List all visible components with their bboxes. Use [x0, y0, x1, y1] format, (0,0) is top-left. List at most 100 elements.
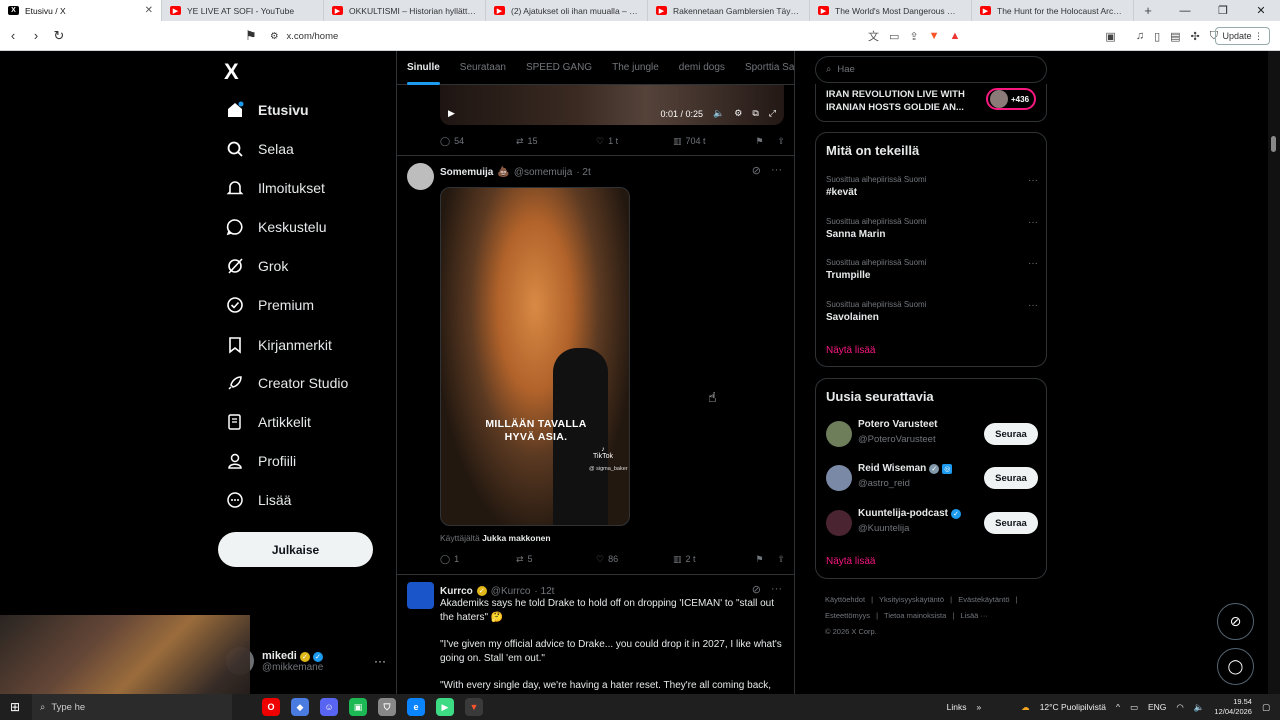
repost-button[interactable]: ⇄ 5 [516, 554, 596, 565]
share-icon[interactable]: ⇪ [777, 554, 785, 565]
tab-for-you[interactable]: Sinulle [397, 51, 450, 85]
edge-icon[interactable]: e [407, 698, 425, 716]
more-icon[interactable]: ··· [1028, 300, 1038, 311]
share-icon[interactable]: ⇪ [777, 136, 785, 147]
trend-item[interactable]: Suosittua aihepiirissä Suomi Trumpille ·… [826, 258, 1038, 288]
chevron-icon[interactable]: » [976, 702, 981, 712]
restore-icon[interactable]: ❐ [1204, 0, 1242, 21]
browser-tab[interactable]: ▶ OKKULTISMI – Historian hyllätty totu..… [324, 0, 486, 21]
links-toolbar[interactable]: Links [947, 702, 967, 712]
fullscreen-icon[interactable]: ⤢ [769, 108, 776, 119]
sidebar-toggle-icon[interactable]: ▯ [1154, 30, 1160, 43]
video-player[interactable]: ▶ 0:01 / 0:25 🔈 ⚙ ⧉ ⤢ [440, 85, 784, 125]
volume-icon[interactable]: 🔈 [713, 108, 724, 119]
like-button[interactable]: ♡ 86 [596, 554, 673, 565]
show-more-link[interactable]: Näytä lisää [826, 345, 875, 356]
bookmark-icon[interactable]: ⚑ [755, 136, 763, 147]
weather-text[interactable]: 12°C Puolipilvistä [1040, 702, 1106, 712]
sidebar-item-grok[interactable]: Grok [226, 251, 288, 281]
more-icon[interactable]: ··· [374, 654, 386, 668]
sidebar-item-creator-studio[interactable]: Creator Studio [226, 368, 348, 398]
sidebar-item-profile[interactable]: Profiili [226, 446, 296, 476]
post-time[interactable]: · 2t [576, 167, 590, 178]
trend-item[interactable]: Suosittua aihepiirissä Suomi #kevät ··· [826, 175, 1038, 205]
footer-link[interactable]: Yksityisyyskäytäntö [879, 595, 944, 604]
sidebar-item-notifications[interactable]: Ilmoitukset [226, 173, 325, 203]
account-switcher[interactable]: mikedi ✓ ✓ @mikkemane ··· [226, 639, 386, 683]
repost-button[interactable]: ⇄ 15 [516, 136, 596, 147]
more-icon[interactable]: ··· [1028, 258, 1038, 269]
show-more-link[interactable]: Näytä lisää [826, 556, 875, 567]
update-button[interactable]: Update ⋮ [1215, 27, 1270, 45]
browser-tab[interactable]: X Etusivu / X ✕ [0, 0, 162, 21]
browser-tab[interactable]: ▶ YE LIVE AT SOFI - YouTube [162, 0, 324, 21]
footer-link[interactable]: Tietoa mainoksista [884, 611, 946, 620]
site-info-icon[interactable]: ⚙ [270, 31, 279, 42]
trend-item[interactable]: Suosittua aihepiirissä Suomi Sanna Marin… [826, 217, 1038, 247]
tab-list-the-jungle[interactable]: The jungle [602, 51, 669, 85]
author-handle[interactable]: @somemuija [514, 167, 573, 178]
play-icon[interactable]: ▶ [436, 698, 454, 716]
post-time[interactable]: · 12t [534, 586, 554, 597]
language-indicator[interactable]: ENG [1148, 702, 1166, 712]
opera-icon[interactable]: O [262, 698, 280, 716]
grok-fab-button[interactable]: ⊘ [1217, 603, 1254, 640]
tray-expand-icon[interactable]: ^ [1116, 702, 1120, 712]
close-window-icon[interactable]: ✕ [1242, 0, 1280, 21]
app-icon[interactable]: ▣ [349, 698, 367, 716]
grok-icon[interactable]: ⊘ [752, 164, 761, 177]
scrollbar-thumb[interactable] [1271, 136, 1276, 152]
translate-icon[interactable]: 文 [868, 28, 879, 44]
trend-item[interactable]: Suosittua aihepiirissä Suomi Savolainen … [826, 300, 1038, 330]
extensions-icon[interactable]: ✣ [1191, 30, 1200, 43]
brave-shield-icon[interactable]: ▼ [929, 30, 940, 42]
footer-link[interactable]: Lisää ··· [960, 611, 988, 620]
play-icon[interactable]: ▶ [448, 108, 455, 119]
tab-list-sporttia[interactable]: Sporttia Sa [735, 51, 794, 85]
speaker-icon[interactable]: 🔈 [1194, 702, 1205, 713]
x-logo-icon[interactable]: X [224, 59, 239, 85]
follow-suggestion[interactable]: Reid Wiseman ✓ ◎ @astro_reid Seuraa [826, 463, 1038, 495]
follow-button[interactable]: Seuraa [984, 467, 1038, 489]
tab-list-speed-gang[interactable]: SPEED GANG [516, 51, 602, 85]
like-button[interactable]: ♡ 1 t [596, 136, 673, 147]
reply-button[interactable]: ◯ 1 [440, 554, 516, 565]
follow-button[interactable]: Seuraa [984, 423, 1038, 445]
browser-tab[interactable]: ▶ Rakennetaan Gamblersien Täydellinen... [648, 0, 810, 21]
footer-link[interactable]: Esteettömyys [825, 611, 870, 620]
browser-tab[interactable]: ▶ (2) Ajatukset oli ihan muualla – paka.… [486, 0, 648, 21]
credit-user[interactable]: Jukka makkonen [482, 533, 551, 543]
avatar[interactable] [407, 163, 434, 190]
browser-tab[interactable]: ▶ The Hunt for the Holocaust Architect..… [972, 0, 1134, 21]
footer-link[interactable]: Evästekäytäntö [958, 595, 1009, 604]
settings-icon[interactable]: ⚙ [734, 108, 742, 119]
sidebar-item-bookmarks[interactable]: Kirjanmerkit [226, 330, 332, 360]
browser-tab[interactable]: ▶ The World's Most Dangerous Woman... [810, 0, 972, 21]
more-icon[interactable]: ··· [771, 583, 782, 596]
wallet-icon[interactable]: ▤ [1170, 30, 1180, 43]
pip-icon[interactable]: ⧉ [752, 108, 758, 119]
tab-list-demi-dogs[interactable]: demi dogs [669, 51, 735, 85]
follow-suggestion[interactable]: Potero Varusteet @PoteroVarusteet Seuraa [826, 419, 1038, 451]
grok-icon[interactable]: ⊘ [752, 583, 761, 596]
wifi-icon[interactable]: ◠ [1176, 702, 1183, 713]
shield-icon[interactable]: ⛉ [378, 698, 396, 716]
more-icon[interactable]: ··· [771, 164, 782, 177]
sidebar-item-more[interactable]: Lisää [226, 485, 291, 515]
views-button[interactable]: ▥ 704 t [673, 136, 753, 147]
bookmark-page-icon[interactable]: ⚑ [241, 26, 261, 46]
sidebar-item-articles[interactable]: Artikkelit [226, 407, 311, 437]
messages-fab-button[interactable]: ◯ [1217, 648, 1254, 685]
sidebar-item-messages[interactable]: Keskustelu [226, 212, 326, 242]
brave-icon[interactable]: ▼ [465, 698, 483, 716]
post-button[interactable]: Julkaise [218, 532, 373, 567]
more-icon[interactable]: ··· [1028, 175, 1038, 186]
sidebar-item-home[interactable]: Etusivu [226, 95, 309, 125]
photos-icon[interactable]: ◆ [291, 698, 309, 716]
share-icon[interactable]: ⇪ [909, 30, 918, 43]
sidebar-item-premium[interactable]: Premium [226, 290, 314, 320]
sidebar-item-explore[interactable]: Selaa [226, 134, 294, 164]
footer-link[interactable]: Käyttöehdot [825, 595, 865, 604]
taskbar-search[interactable]: ⌕ Type he [32, 694, 232, 720]
back-icon[interactable]: ‹ [3, 26, 23, 46]
